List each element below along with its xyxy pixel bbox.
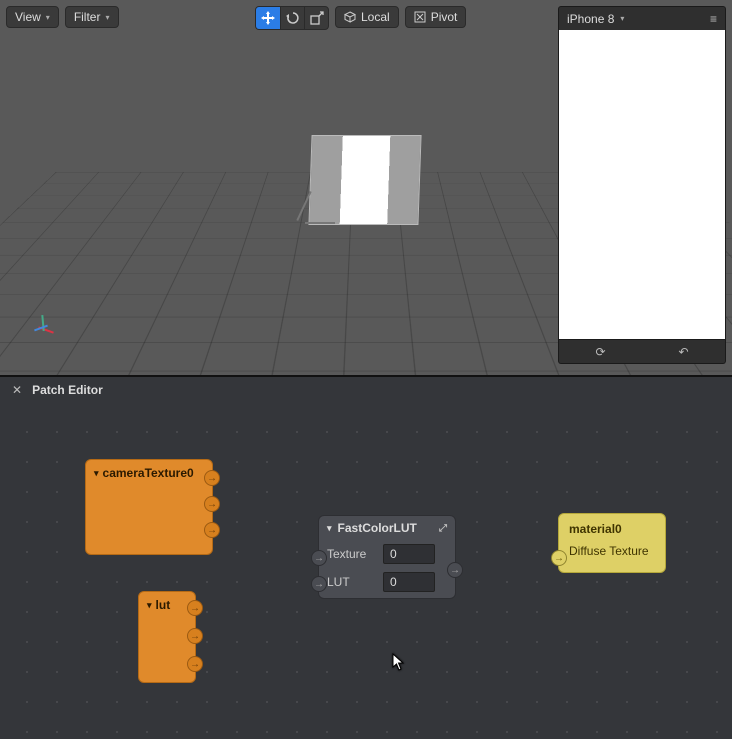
preview-header: iPhone 8 ▾ ≡ xyxy=(558,6,726,30)
filter-dropdown[interactable]: Filter ▾ xyxy=(65,6,119,28)
expand-icon[interactable]: ⤢ xyxy=(439,523,447,534)
preview-viewport[interactable] xyxy=(558,30,726,340)
local-toggle[interactable]: Local xyxy=(335,6,399,28)
collapse-triangle-icon[interactable]: ▾ xyxy=(147,600,152,611)
node-camera-texture[interactable]: ▾ cameraTexture0 → → → xyxy=(85,459,213,555)
output-port[interactable]: → xyxy=(187,656,203,672)
node-title-text: cameraTexture0 xyxy=(103,466,194,480)
local-label: Local xyxy=(361,10,390,24)
patch-editor-panel: ✕ Patch Editor ▾ cameraTexture0 → → → ▾ … xyxy=(0,375,732,739)
output-port[interactable]: → xyxy=(187,628,203,644)
reset-icon[interactable]: ↶ xyxy=(678,345,688,359)
node-row-diffuse: Diffuse Texture xyxy=(559,540,665,568)
refresh-icon[interactable]: ⟳ xyxy=(595,345,605,359)
center-toolbar: Local Pivot xyxy=(255,6,466,30)
node-fast-color-lut[interactable]: ▾ FastColorLUT ⤢ Texture LUT → → → xyxy=(318,515,456,599)
output-port[interactable]: → xyxy=(204,496,220,512)
node-row-lut: LUT xyxy=(319,568,455,596)
preview-footer: ⟳ ↶ xyxy=(558,340,726,364)
node-row-texture: Texture xyxy=(319,540,455,568)
texture-value-input[interactable] xyxy=(383,544,435,564)
scale-tool-button[interactable] xyxy=(304,7,328,29)
node-title: ▾ cameraTexture0 xyxy=(86,460,212,486)
view-dropdown[interactable]: View ▾ xyxy=(6,6,59,28)
collapse-triangle-icon[interactable]: ▾ xyxy=(94,468,99,479)
collapse-triangle-icon[interactable]: ▾ xyxy=(327,523,332,534)
move-icon xyxy=(261,11,275,25)
close-icon[interactable]: ✕ xyxy=(12,383,22,397)
node-title-text: material0 xyxy=(569,522,622,536)
node-lut[interactable]: ▾ lut → → → xyxy=(138,591,196,683)
node-title: material0 xyxy=(559,514,665,540)
output-port[interactable]: → xyxy=(204,522,220,538)
rotate-tool-button[interactable] xyxy=(280,7,304,29)
node-title-text: lut xyxy=(156,598,171,612)
view-label: View xyxy=(15,10,41,24)
patch-graph-canvas[interactable]: ▾ cameraTexture0 → → → ▾ lut → → → xyxy=(0,403,732,739)
pivot-toggle[interactable]: Pivot xyxy=(405,6,467,28)
node-material[interactable]: material0 Diffuse Texture → xyxy=(558,513,666,573)
filter-label: Filter xyxy=(74,10,101,24)
pivot-icon xyxy=(414,11,426,23)
scene-object-base xyxy=(305,222,335,224)
scene-object-plane[interactable] xyxy=(308,135,421,225)
chevron-down-icon: ▾ xyxy=(620,14,624,23)
device-label: iPhone 8 xyxy=(567,12,614,26)
patch-editor-title: Patch Editor xyxy=(32,383,103,397)
input-port-lut[interactable]: → xyxy=(311,576,327,592)
node-output-ports: → → → xyxy=(204,470,220,538)
preview-panel: iPhone 8 ▾ ≡ ⟳ ↶ xyxy=(558,6,726,364)
transform-tool-group xyxy=(255,6,329,30)
output-port[interactable]: → xyxy=(447,562,463,578)
mouse-cursor xyxy=(392,653,406,671)
chevron-down-icon: ▾ xyxy=(46,13,50,22)
move-tool-button[interactable] xyxy=(256,7,280,29)
node-title: ▾ FastColorLUT ⤢ xyxy=(319,516,455,540)
device-selector[interactable]: iPhone 8 ▾ xyxy=(567,12,624,26)
chevron-down-icon: ▾ xyxy=(105,13,109,22)
patch-editor-header: ✕ Patch Editor xyxy=(0,377,732,403)
cube-icon xyxy=(344,11,356,23)
output-port[interactable]: → xyxy=(187,600,203,616)
node-title-text: FastColorLUT xyxy=(338,521,417,535)
left-toolbar: View ▾ Filter ▾ xyxy=(6,6,119,28)
rotate-icon xyxy=(286,11,300,25)
param-label: Diffuse Texture xyxy=(569,544,649,558)
pivot-label: Pivot xyxy=(431,10,458,24)
input-port-texture[interactable]: → xyxy=(311,550,327,566)
scale-icon xyxy=(310,11,324,25)
axis-gizmo xyxy=(28,315,58,345)
node-output-ports: → → → xyxy=(187,600,203,672)
param-label: LUT xyxy=(327,575,375,589)
param-label: Texture xyxy=(327,547,375,561)
hamburger-icon[interactable]: ≡ xyxy=(710,12,717,26)
output-port[interactable]: → xyxy=(204,470,220,486)
input-port-diffuse[interactable]: → xyxy=(551,550,567,566)
lut-value-input[interactable] xyxy=(383,572,435,592)
